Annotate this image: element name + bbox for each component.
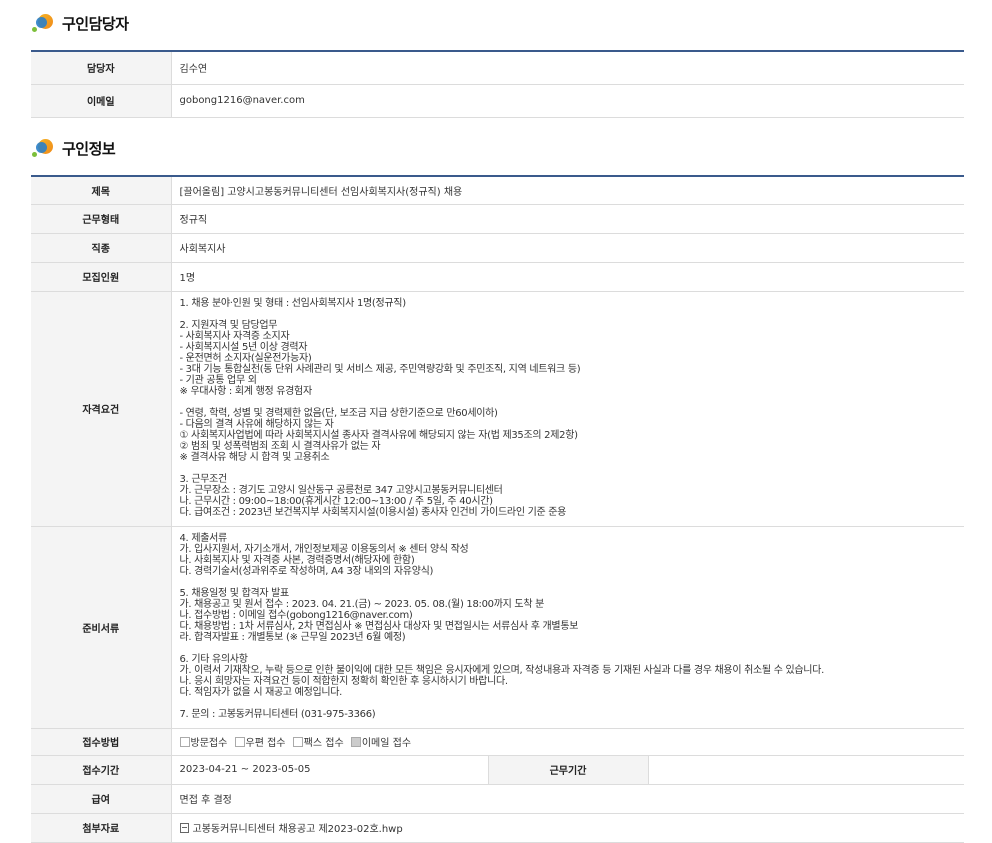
headcount-value: 1명 (171, 262, 964, 292)
salary-value: 면접 후 결정 (171, 784, 964, 814)
checkbox-checked-icon (350, 737, 361, 747)
email-label: 이메일 (31, 84, 172, 118)
method-label: 접수방법 (31, 728, 172, 756)
title-label: 제목 (31, 176, 172, 205)
table-row: 준비서류 4. 제출서류 가. 입사지원서, 자기소개서, 개인정보제공 이용동… (31, 526, 964, 729)
qualifications-label: 자격요건 (31, 291, 172, 527)
qualifications-value: 1. 채용 분야·인원 및 형태 : 선임사회복지사 1명(정규직) 2. 지원… (171, 291, 964, 527)
checkbox-icon (292, 737, 303, 747)
job-section-header: 구인정보 (32, 137, 116, 159)
table-row: 제목 [끌어올림] 고양시고봉동커뮤니티센터 선임사회복지사(정규직) 채용 (31, 176, 964, 205)
contact-section-header: 구인담당자 (32, 12, 129, 34)
job-info-table: 제목 [끌어올림] 고양시고봉동커뮤니티센터 선임사회복지사(정규직) 채용 근… (31, 175, 964, 843)
method-options: 방문접수 우편 접수 팩스 접수 이메일 접수 (171, 728, 964, 756)
table-row: 자격요건 1. 채용 분야·인원 및 형태 : 선임사회복지사 1명(정규직) … (31, 291, 964, 527)
title-value: [끌어올림] 고양시고봉동커뮤니티센터 선임사회복지사(정규직) 채용 (171, 176, 964, 205)
occupation-label: 직종 (31, 233, 172, 263)
table-row: 담당자 김수연 (31, 51, 964, 85)
method-visit: 방문접수 (179, 737, 227, 749)
table-row: 근무형태 정규직 (31, 204, 964, 234)
method-fax: 팩스 접수 (292, 737, 344, 749)
work-period-label: 근무기간 (487, 755, 649, 785)
table-row: 직종 사회복지사 (31, 233, 964, 263)
occupation-value: 사회복지사 (171, 233, 964, 263)
section-bullet-icon (32, 12, 56, 34)
work-period-value (648, 755, 964, 785)
attachment-link[interactable]: 고봉동커뮤니티센터 채용공고 제2023-02호.hwp (193, 824, 403, 835)
employment-type-label: 근무형태 (31, 204, 172, 234)
checkbox-icon (179, 737, 190, 747)
contact-section-title: 구인담당자 (62, 14, 129, 33)
period-value: 2023-04-21 ~ 2023-05-05 (171, 755, 488, 785)
period-label: 접수기간 (31, 755, 172, 785)
table-row: 급여 면접 후 결정 (31, 784, 964, 814)
method-mail: 우편 접수 (234, 737, 285, 749)
job-section-title: 구인정보 (62, 139, 116, 158)
contact-table: 담당자 김수연 이메일 gobong1216@naver.com (31, 50, 964, 118)
table-row: 모집인원 1명 (31, 262, 964, 292)
documents-label: 준비서류 (31, 526, 172, 729)
contact-person-value: 김수연 (171, 51, 964, 85)
checkbox-icon (234, 737, 245, 747)
section-bullet-icon (32, 137, 56, 159)
documents-value: 4. 제출서류 가. 입사지원서, 자기소개서, 개인정보제공 이용동의서 ※ … (171, 526, 964, 729)
email-value: gobong1216@naver.com (171, 84, 964, 118)
file-icon (179, 823, 189, 833)
headcount-label: 모집인원 (31, 262, 172, 292)
contact-person-label: 담당자 (31, 51, 172, 85)
table-row: 이메일 gobong1216@naver.com (31, 84, 964, 118)
salary-label: 급여 (31, 784, 172, 814)
table-row: 접수기간 2023-04-21 ~ 2023-05-05 근무기간 (31, 755, 964, 785)
table-row: 접수방법 방문접수 우편 접수 팩스 접수 이메일 접수 (31, 728, 964, 756)
employment-type-value: 정규직 (171, 204, 964, 234)
method-email: 이메일 접수 (350, 737, 411, 749)
